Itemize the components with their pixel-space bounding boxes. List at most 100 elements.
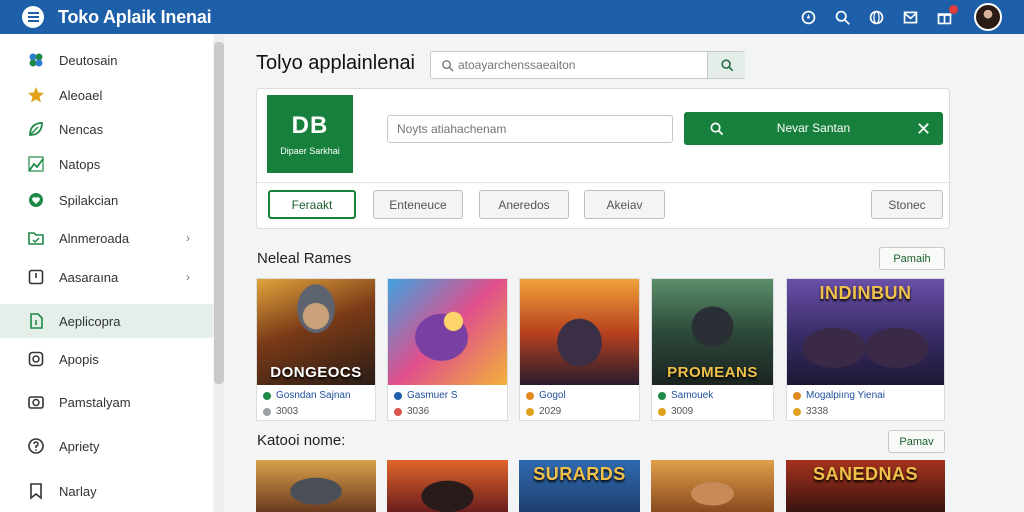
- store-logo: DB Dipaer Sarkhai: [267, 95, 353, 173]
- folder-icon: [27, 229, 45, 247]
- sidebar-item-apriety[interactable]: Apriety: [0, 429, 213, 463]
- meta-dot: [526, 407, 534, 416]
- meta-dot: [658, 407, 666, 416]
- game-title: Mogalpiıng Yienai: [806, 390, 885, 401]
- inbox-icon[interactable]: [902, 9, 919, 26]
- filter-button-feraakt[interactable]: Feraakt: [268, 190, 356, 219]
- sidebar-item-label: Nencas: [59, 121, 104, 137]
- game-card[interactable]: Gogol 2029: [519, 278, 640, 421]
- chevron-right-icon: ›: [186, 231, 190, 245]
- filter-button-akeiav[interactable]: Akeiav: [584, 190, 665, 219]
- compass-icon[interactable]: [800, 9, 817, 26]
- star-icon: [27, 86, 45, 104]
- status-dot: [526, 391, 534, 400]
- circle-icon: [27, 350, 45, 368]
- page-title: Tolyo applainlenai: [256, 52, 416, 74]
- filter-label: Stonec: [888, 197, 926, 212]
- status-dot: [658, 391, 666, 400]
- search-icon: [442, 60, 454, 72]
- help-icon: [27, 437, 45, 455]
- sidebar-item-label: Aleoael: [59, 87, 103, 103]
- sidebar-item-natops[interactable]: Natops: [0, 147, 213, 181]
- top-icon-group: [800, 0, 1002, 34]
- section-title: Katooi nome:: [257, 432, 346, 449]
- game-thumbnail: [256, 460, 376, 512]
- sidebar-item-aeplicopra[interactable]: Aeplicopra: [0, 304, 213, 338]
- hamburger-menu-icon[interactable]: [22, 6, 44, 28]
- thumbnail-caption: PROMEANS: [667, 364, 758, 381]
- game-thumbnail: [388, 279, 507, 385]
- leaf-icon: [27, 120, 45, 138]
- game-thumbnail: [387, 460, 508, 512]
- game-meta: 3009: [671, 406, 694, 417]
- sidebar-item-narlay[interactable]: Narlay: [0, 474, 213, 508]
- primary-search-button[interactable]: Nevar Santan ✕: [684, 112, 943, 145]
- gift-icon[interactable]: [936, 4, 958, 26]
- sidebar-item-nencas[interactable]: Nencas: [0, 112, 213, 146]
- sidebar-item-spilakcian[interactable]: Spilakcian: [0, 183, 213, 217]
- game-meta: 3338: [806, 406, 829, 417]
- game-card[interactable]: [256, 460, 376, 512]
- meta-dot: [394, 407, 402, 416]
- game-thumbnail: [651, 460, 774, 512]
- logo-mark: DB: [291, 112, 329, 139]
- filter-button-aneredos[interactable]: Aneredos: [479, 190, 569, 219]
- filter-button-enteneuce[interactable]: Enteneuce: [373, 190, 463, 219]
- game-card[interactable]: DONGEOCS Gosndan Sajnan 3003: [256, 278, 376, 421]
- see-more-button[interactable]: Pamaih: [879, 247, 945, 270]
- game-card[interactable]: SURARDS: [519, 460, 640, 512]
- game-thumbnail: INDINBUN: [787, 279, 944, 385]
- panel-search-input[interactable]: [387, 115, 673, 143]
- avatar[interactable]: [974, 3, 1002, 31]
- sidebar-item-apopis[interactable]: Apopis: [0, 342, 213, 376]
- search-input[interactable]: [458, 56, 708, 74]
- globe-icon[interactable]: [868, 9, 885, 26]
- game-title: Gogol: [539, 390, 566, 401]
- primary-button-label: Nevar Santan: [776, 121, 851, 135]
- sidebar-item-alnmeroada[interactable]: Alnmeroada ›: [0, 221, 213, 255]
- bookmark-icon: [27, 482, 45, 500]
- filter-button-stonec[interactable]: Stonec: [871, 190, 943, 219]
- camera-icon: [27, 393, 45, 411]
- sidebar-item-label: Apopis: [59, 351, 99, 367]
- game-card[interactable]: [387, 460, 508, 512]
- sidebar-item-aasaraina[interactable]: Aasaraına ›: [0, 260, 213, 294]
- status-dot: [263, 391, 271, 400]
- game-title: Samouek: [671, 390, 714, 401]
- app-title: Toko Aplaik Inenai: [58, 6, 212, 27]
- thumbnail-caption: DONGEOCS: [270, 364, 362, 381]
- thumbnail-caption: SURARDS: [533, 464, 626, 484]
- game-meta: 3036: [407, 406, 430, 417]
- search-icon: [720, 59, 733, 72]
- filter-label: Enteneuce: [389, 197, 447, 212]
- game-card[interactable]: INDINBUN Mogalpiıng Yienai 3338: [786, 278, 945, 421]
- game-thumbnail: SURARDS: [519, 460, 640, 512]
- game-thumbnail: [520, 279, 639, 385]
- sidebar-item-label: Spilakcian: [59, 192, 119, 208]
- logo-subtitle: Dipaer Sarkhai: [280, 146, 340, 156]
- sidebar-item-label: Aeplicopra: [59, 313, 121, 329]
- sidebar-scrollbar[interactable]: [214, 42, 224, 384]
- game-card[interactable]: PROMEANS Samouek 3009: [651, 278, 774, 421]
- sidebar-item-label: Pamstalyam: [59, 394, 131, 410]
- game-card[interactable]: [651, 460, 774, 512]
- panel-divider: [257, 182, 949, 183]
- close-icon[interactable]: ✕: [916, 119, 931, 140]
- search-button[interactable]: [707, 52, 745, 78]
- game-card[interactable]: SANEDNAS: [786, 460, 945, 512]
- meta-dot: [263, 407, 271, 416]
- search-bar: [430, 51, 745, 79]
- sidebar-item-label: Apriety: [59, 438, 100, 454]
- document-icon: [27, 312, 45, 330]
- search-panel: DB Dipaer Sarkhai Nevar Santan ✕ Feraakt…: [256, 88, 950, 229]
- sidebar-item-deutosain[interactable]: Deutosain: [0, 43, 213, 77]
- search-icon[interactable]: [834, 9, 851, 26]
- sidebar-item-aleoael[interactable]: Aleoael: [0, 78, 213, 112]
- see-more-label: Pamaih: [893, 252, 931, 265]
- sidebar-item-pamstalyam[interactable]: Pamstalyam: [0, 385, 213, 419]
- filter-label: Akeiav: [606, 197, 643, 212]
- game-card[interactable]: Gasmuer S 3036: [387, 278, 508, 421]
- game-title: Gosndan Sajnan: [276, 390, 351, 401]
- thumbnail-caption: SANEDNAS: [812, 464, 918, 484]
- see-more-button[interactable]: Pamav: [888, 430, 945, 453]
